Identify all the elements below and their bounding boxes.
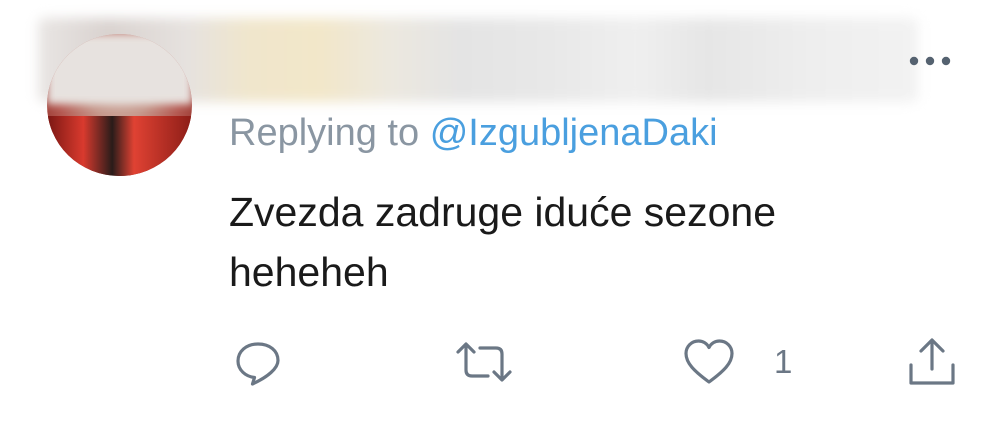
replying-to-label: Replying to — [229, 112, 420, 154]
tweet-text: Zvezda zadruge iduće sezone heheheh — [229, 182, 849, 302]
tweet-card: Replying to @IzgubljenaDaki Zvezda zadru… — [0, 0, 1000, 421]
replying-to-line: Replying to @IzgubljenaDaki — [229, 112, 718, 155]
heart-icon — [684, 339, 734, 384]
tweet-text-line: Zvezda zadruge iduće sezone — [229, 189, 777, 235]
more-options-button[interactable] — [905, 46, 955, 76]
share-icon — [909, 338, 955, 385]
action-bar: 1 — [0, 334, 1000, 394]
reply-bubble-icon — [236, 342, 280, 386]
like-button[interactable]: 1 — [682, 334, 792, 390]
avatar[interactable] — [47, 34, 192, 176]
retweet-icon — [456, 342, 512, 382]
reply-button[interactable] — [232, 334, 284, 390]
like-count: 1 — [774, 343, 793, 380]
retweet-button[interactable] — [454, 334, 514, 390]
reply-handle-link[interactable]: @IzgubljenaDaki — [430, 112, 718, 154]
share-button[interactable] — [905, 334, 959, 390]
avatar-shirt — [47, 116, 192, 176]
avatar-redaction — [47, 34, 192, 104]
tweet-text-line: heheheh — [229, 249, 389, 295]
more-dots-icon — [909, 56, 951, 66]
